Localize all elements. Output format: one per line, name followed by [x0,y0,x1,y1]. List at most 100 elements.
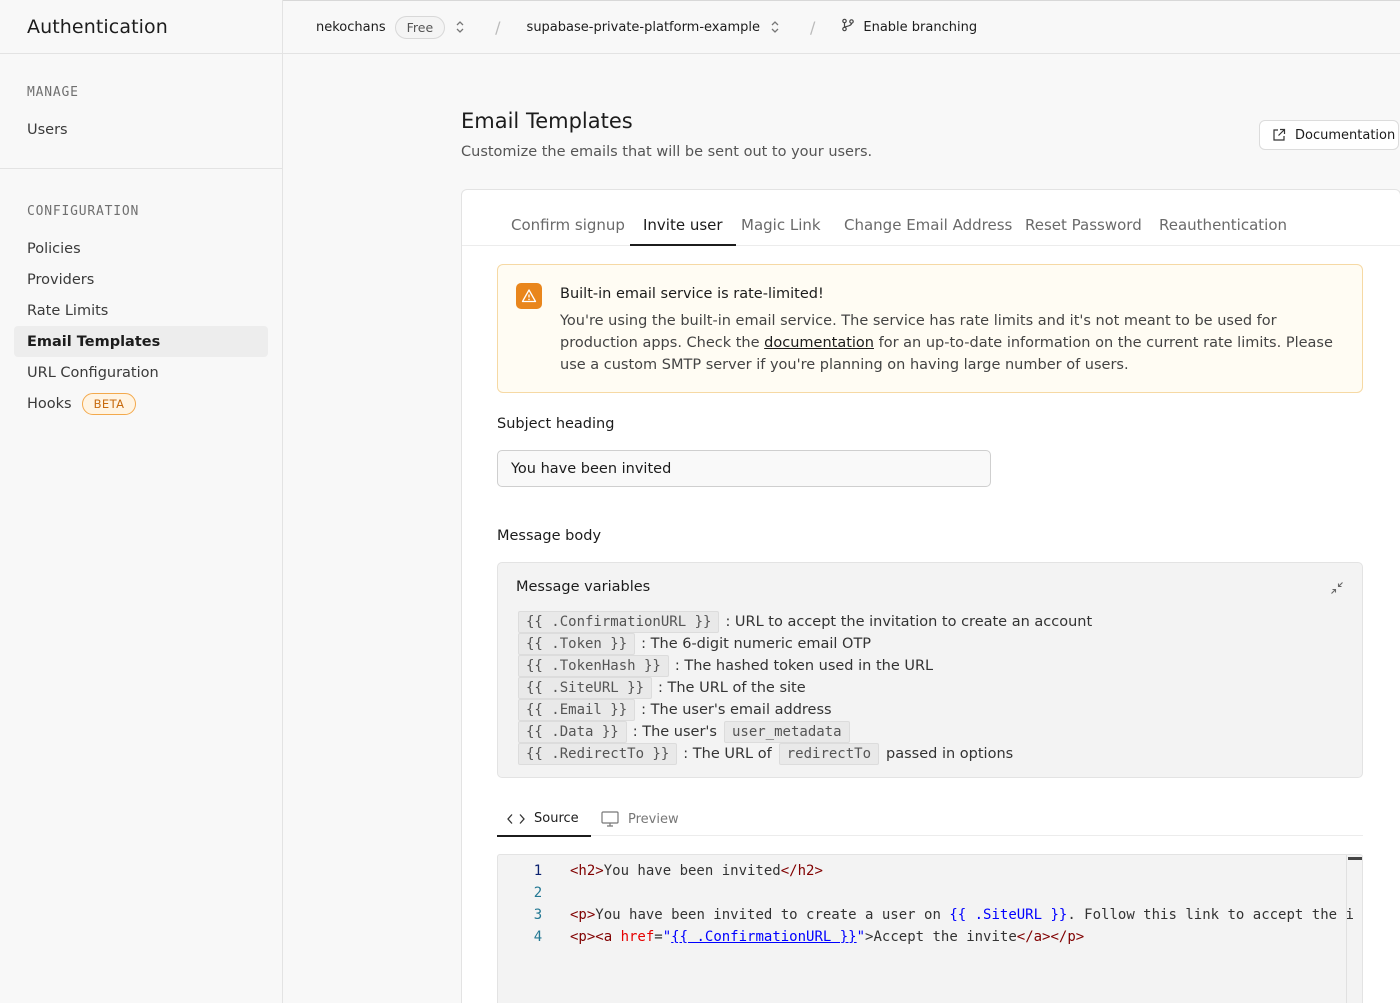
variable-desc: : The URL of [683,746,772,762]
message-variables-panel: Message variables {{ .ConfirmationURL }}… [497,562,1363,778]
message-body-label: Message body [497,528,602,544]
message-variables-title: Message variables [516,579,651,595]
variable-desc: : The hashed token used in the URL [674,658,934,674]
warning-icon [516,283,542,309]
plan-badge: Free [394,15,446,39]
variable-desc: passed in options [886,746,1014,762]
rate-limit-alert: Built-in email service is rate-limited! … [497,264,1363,393]
sidebar-item-label: Hooks [27,395,72,412]
sidebar-item-users[interactable]: Users [14,114,268,145]
sidebar-item-label: Providers [27,271,95,288]
variable-code: user_metadata [723,721,850,743]
code-tag: <h2> [570,863,604,879]
code-string: " [856,929,866,945]
sidebar-title: Authentication [27,15,168,38]
sidebar-item-hooks[interactable]: Hooks BETA [14,388,268,419]
sidebar-item-policies[interactable]: Policies [14,233,268,264]
variable-code: {{ .Token }} [518,633,636,655]
variable-row: {{ .RedirectTo }} : The URL of redirectTo p… [518,743,1092,765]
project-switcher-chevron-icon[interactable] [770,20,780,34]
sidebar-item-url-configuration[interactable]: URL Configuration [14,357,268,388]
variable-code: {{ .Data }} [518,721,627,743]
subject-heading-input[interactable] [497,450,991,487]
sidebar-item-email-templates[interactable]: Email Templates [14,326,268,357]
code-text: <p>You have been invited to create a use… [570,904,1354,926]
collapse-icon[interactable] [1330,580,1344,599]
git-branch-icon [841,18,855,36]
code-attribute: href [620,929,655,945]
sidebar: Authentication MANAGE Users CONFIGURATIO… [0,0,283,1003]
documentation-link[interactable]: documentation [764,335,874,351]
variable-desc: : URL to accept the invitation to create… [725,614,1093,630]
tab-preview[interactable]: Preview [601,811,679,827]
sidebar-item-label: URL Configuration [27,364,159,381]
variable-row: {{ .Token }} : The 6-digit numeric email … [518,633,1092,655]
alert-body: You're using the built-in email service.… [560,310,1340,376]
variable-code: {{ .TokenHash }} [518,655,669,677]
code-content: >Accept the invite [865,929,1017,945]
sidebar-item-rate-limits[interactable]: Rate Limits [14,295,268,326]
topbar: nekochans Free / supabase-private-platfo… [283,0,1400,54]
manage-section: MANAGE Users [0,54,282,169]
code-content: You have been invited to create a user o… [595,907,950,923]
variable-code: {{ .SiteURL }} [518,677,653,699]
tab-reauthentication[interactable]: Reauthentication [1159,216,1287,245]
tab-reset-password[interactable]: Reset Password [1025,216,1142,245]
configuration-section: CONFIGURATION Policies Providers Rate Li… [0,169,282,419]
editor-scrollbar[interactable] [1346,855,1362,1003]
tab-magic-link[interactable]: Magic Link [741,216,821,245]
sidebar-item-label: Policies [27,240,81,257]
variable-code: {{ .RedirectTo }} [518,743,678,765]
code-editor[interactable]: 1 <h2>You have been invited</h2> 2 3 <p>… [497,854,1363,1003]
code-content: = [654,929,663,945]
sidebar-item-label: Rate Limits [27,302,109,319]
variable-list: {{ .ConfirmationURL }} : URL to accept th… [518,611,1092,765]
alert-title: Built-in email service is rate-limited! [560,286,824,302]
variable-desc: : The 6-digit numeric email OTP [641,636,872,652]
line-number: 2 [533,885,543,901]
variable-row: {{ .ConfirmationURL }} : URL to accept th… [518,611,1092,633]
code-variable: {{ .ConfirmationURL }} [671,929,857,945]
org-name[interactable]: nekochans [316,20,386,35]
external-link-icon [1273,128,1286,141]
page-subtitle: Customize the emails that will be sent o… [461,144,873,160]
code-text: <p><a href="{{ .ConfirmationURL }}">Acce… [570,926,1084,948]
org-switcher-chevron-icon[interactable] [455,20,465,34]
tab-confirm-signup[interactable]: Confirm signup [511,216,625,245]
variable-desc: : The user's [632,724,717,740]
code-string: " [662,929,672,945]
line-number: 3 [533,907,543,923]
main-content: Email Templates Customize the emails tha… [284,55,1400,1003]
tab-invite-user[interactable]: Invite user [630,216,736,246]
tab-source[interactable]: Source [497,811,591,837]
monitor-icon [601,811,619,827]
code-content: . Follow this link to accept the i [1067,907,1354,923]
variable-code: redirectTo [778,743,880,765]
sidebar-item-label: Users [27,121,68,138]
enable-branching-button[interactable]: Enable branching [863,20,977,35]
code-tag: </h2> [780,863,823,879]
variable-desc: : The URL of the site [658,680,806,696]
code-variable: {{ .SiteURL }} [949,907,1068,923]
variable-code: {{ .ConfirmationURL }} [518,611,720,633]
tab-preview-label: Preview [628,811,679,827]
variable-row: {{ .TokenHash }} : The hashed token used … [518,655,1092,677]
sidebar-item-providers[interactable]: Providers [14,264,268,295]
variable-row: {{ .Data }} : The user's user_metadata [518,721,1092,743]
subject-heading-label: Subject heading [497,416,615,432]
code-content: You have been invited [603,863,781,879]
project-name[interactable]: supabase-private-platform-example [527,20,760,35]
tab-change-email-address[interactable]: Change Email Address [844,216,1012,245]
code-text: <h2>You have been invited</h2> [570,860,823,882]
manage-heading: MANAGE [27,85,79,100]
documentation-button[interactable]: Documentation [1259,120,1399,150]
line-number: 4 [533,929,543,945]
template-tabs: Confirm signup Invite user Magic Link Ch… [462,190,1400,246]
line-number: 1 [533,863,543,879]
variable-row: {{ .SiteURL }} : The URL of the site [518,677,1092,699]
code-tag: </a></p> [1016,929,1085,945]
documentation-label: Documentation [1295,127,1396,143]
code-tag: <p> [570,907,596,923]
code-tag: <p><a [570,929,621,945]
breadcrumb-separator: / [810,17,816,37]
